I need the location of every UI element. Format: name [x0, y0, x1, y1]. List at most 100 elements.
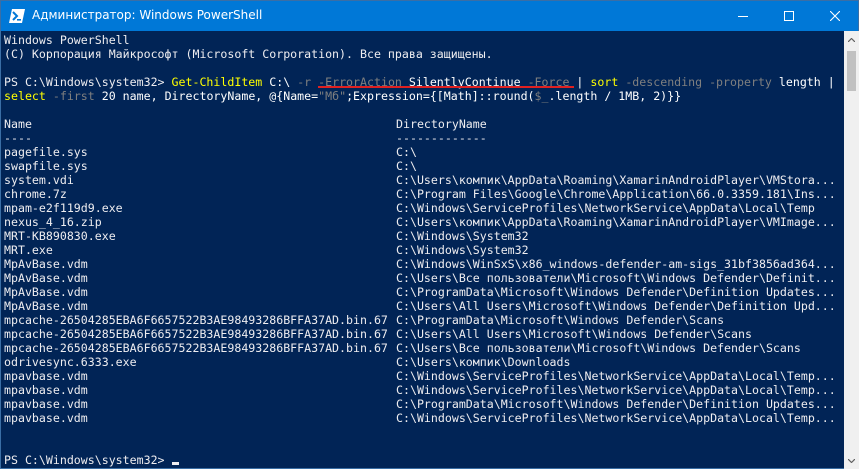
directory-cell: C:\Users\All Users\Microsoft\Windows Def… — [396, 299, 836, 313]
header-line: Windows PowerShell — [4, 33, 130, 47]
name-cell: pagefile.sys — [4, 145, 88, 159]
table-row: nexus_4_16.zip C:\Users\компик\AppData\Ro… — [4, 215, 836, 229]
directory-cell: C:\Windows\System32 — [396, 229, 529, 243]
table-row: mpavbase.vdm C:\Windows\ServiceProfiles\N… — [4, 411, 836, 425]
maximize-icon — [784, 11, 794, 21]
directory-cell: C:\Users\All Users\Microsoft\Windows Def… — [396, 327, 752, 341]
table-row: swapfile.sys C:\ — [4, 159, 417, 173]
param-r: -r — [297, 75, 312, 89]
chevron-up-icon — [848, 37, 855, 42]
cmdlet-get-childitem: Get-ChildItem — [171, 75, 263, 89]
table-row: MRT.exe C:\Windows\System32 — [4, 243, 529, 257]
name-cell: MRT-KB890830.exe — [4, 229, 116, 243]
directory-cell: C:\Users\Все пользователи\Microsoft\Wind… — [396, 271, 836, 285]
name-cell: mpcache-26504285EBA6F6657522B3AE98493286… — [4, 341, 388, 355]
scroll-thumb[interactable] — [847, 51, 856, 91]
param-descending: -descending — [625, 75, 703, 89]
name-cell: mpavbase.vdm — [4, 369, 88, 383]
table-row: mpcache-26504285EBA6F6657522B3AE98493286… — [4, 313, 724, 327]
name-cell: mpavbase.vdm — [4, 411, 88, 425]
select-name-value: "Мб" — [318, 89, 347, 103]
table-row: odrivesync.6333.exe C:\Users\компик\Downl… — [4, 355, 571, 369]
directory-cell: C:\Windows\ServiceProfiles\NetworkServic… — [396, 201, 815, 215]
directory-cell: C:\ProgramData\Microsoft\Windows Defende… — [396, 397, 836, 411]
select-args-1: 20 name, DirectoryName, @{Name= — [94, 89, 319, 103]
prompt: PS C:\Windows\system32> — [4, 75, 172, 89]
close-icon — [830, 11, 840, 21]
name-cell: MpAvBase.vdm — [4, 299, 88, 313]
copyright-line: (C) Корпорация Майкрософт (Microsoft Cor… — [4, 47, 493, 61]
directory-cell: C:\Windows\WinSxS\x86_windows-defender-a… — [396, 257, 836, 271]
maximize-button[interactable] — [766, 1, 812, 31]
minimize-button[interactable] — [720, 1, 766, 31]
name-cell: mpavbase.vdm — [4, 397, 88, 411]
value-length: length | — [771, 75, 835, 89]
table-row: MpAvBase.vdm C:\ProgramData\Microsoft\Win… — [4, 285, 836, 299]
directory-cell: C:\Users\Все пользователи\Microsoft\Wind… — [396, 341, 801, 355]
table-row: mpavbase.vdm C:\Windows\ServiceProfiles\N… — [4, 369, 836, 383]
directory-cell: C:\Windows\ServiceProfiles\NetworkServic… — [396, 411, 836, 425]
console-output[interactable]: Windows PowerShell (C) Корпорация Майкро… — [2, 31, 844, 469]
directory-cell: C:\Users\компик\AppData\Roaming\XamarinA… — [396, 215, 836, 229]
cmdlet-select: select — [4, 89, 46, 103]
name-cell: mpcache-26504285EBA6F6657522B3AE98493286… — [4, 313, 388, 327]
name-cell: mpcache-26504285EBA6F6657522B3AE98493286… — [4, 327, 388, 341]
name-cell: mpam-e2f119d9.exe — [4, 201, 123, 215]
directory-cell: C:\Users\компик\AppData\Roaming\XamarinA… — [396, 173, 836, 187]
name-cell: nexus_4_16.zip — [4, 215, 102, 229]
command-line-2: select -first 20 name, DirectoryName, @{… — [4, 89, 681, 103]
directory-cell: C:\ProgramData\Microsoft\Windows Defende… — [396, 313, 725, 327]
table-row: MpAvBase.vdm C:\Users\Все пользователи\Mi… — [4, 271, 836, 285]
table-header-underline: ---- ------------- — [4, 131, 487, 145]
directory-cell: ------------- — [396, 131, 487, 145]
minimize-icon — [738, 16, 748, 17]
table-row: mpavbase.vdm C:\Windows\ServiceProfiles\N… — [4, 383, 836, 397]
param-property: -property — [709, 75, 772, 89]
name-cell: MpAvBase.vdm — [4, 271, 88, 285]
cmdlet-sort: sort — [590, 75, 619, 89]
name-cell: MpAvBase.vdm — [4, 285, 88, 299]
table-row: MpAvBase.vdm C:\Windows\WinSxS\x86_window… — [4, 257, 836, 271]
table-row: system.vdi C:\Users\компик\AppData\Roamin… — [4, 173, 836, 187]
powershell-icon — [9, 9, 25, 23]
directory-cell: C:\Windows\ServiceProfiles\NetworkServic… — [396, 369, 836, 383]
table-row: chrome.7z C:\Program Files\Google\Chrome\… — [4, 187, 836, 201]
final-prompt: PS C:\Windows\system32> — [4, 453, 172, 467]
directory-cell: C:\Users\компик\Downloads — [396, 355, 571, 369]
table-row: mpcache-26504285EBA6F6657522B3AE98493286… — [4, 327, 752, 341]
text-cursor — [171, 462, 179, 465]
table-header: Name DirectoryName — [4, 117, 487, 131]
table-row: mpavbase.vdm C:\ProgramData\Microsoft\Win… — [4, 397, 836, 411]
name-cell: chrome.7z — [4, 187, 67, 201]
name-cell: mpavbase.vdm — [4, 383, 88, 397]
name-cell: Name — [4, 117, 32, 131]
directory-cell: C:\ — [396, 159, 417, 173]
directory-cell: DirectoryName — [396, 117, 487, 131]
vertical-scrollbar[interactable] — [844, 31, 859, 469]
table-row: mpam-e2f119d9.exe C:\Windows\ServiceProfi… — [4, 201, 815, 215]
directory-cell: C:\ProgramData\Microsoft\Windows Defende… — [396, 285, 836, 299]
select-args-3: .length / 1MB, 2)}} — [548, 89, 682, 103]
directory-cell: C:\Program Files\Google\Chrome\Applicati… — [396, 187, 836, 201]
red-annotation-underline — [318, 86, 574, 88]
close-button[interactable] — [812, 1, 858, 31]
title-bar[interactable]: Администратор: Windows PowerShell — [1, 1, 858, 31]
name-cell: ---- — [4, 131, 32, 145]
directory-cell: C:\Windows\System32 — [396, 243, 529, 257]
name-cell: MpAvBase.vdm — [4, 257, 88, 271]
directory-cell: C:\Windows\ServiceProfiles\NetworkServic… — [396, 383, 836, 397]
window-title: Администратор: Windows PowerShell — [32, 8, 263, 22]
chevron-down-icon — [848, 458, 855, 463]
path-arg: C:\ — [262, 75, 298, 89]
name-cell: odrivesync.6333.exe — [4, 355, 137, 369]
table-row: MpAvBase.vdm C:\Users\All Users\Microsoft… — [4, 299, 836, 313]
final-prompt-line: PS C:\Windows\system32> — [4, 453, 179, 467]
name-cell: swapfile.sys — [4, 159, 88, 173]
powershell-window: Администратор: Windows PowerShell Window… — [0, 0, 859, 469]
table-row: mpcache-26504285EBA6F6657522B3AE98493286… — [4, 341, 801, 355]
name-cell: MRT.exe — [4, 243, 53, 257]
scroll-down-button[interactable] — [844, 452, 859, 469]
name-cell: system.vdi — [4, 173, 74, 187]
select-args-2: ;Expression={[Math]::round( — [346, 89, 535, 103]
scroll-up-button[interactable] — [844, 31, 859, 48]
